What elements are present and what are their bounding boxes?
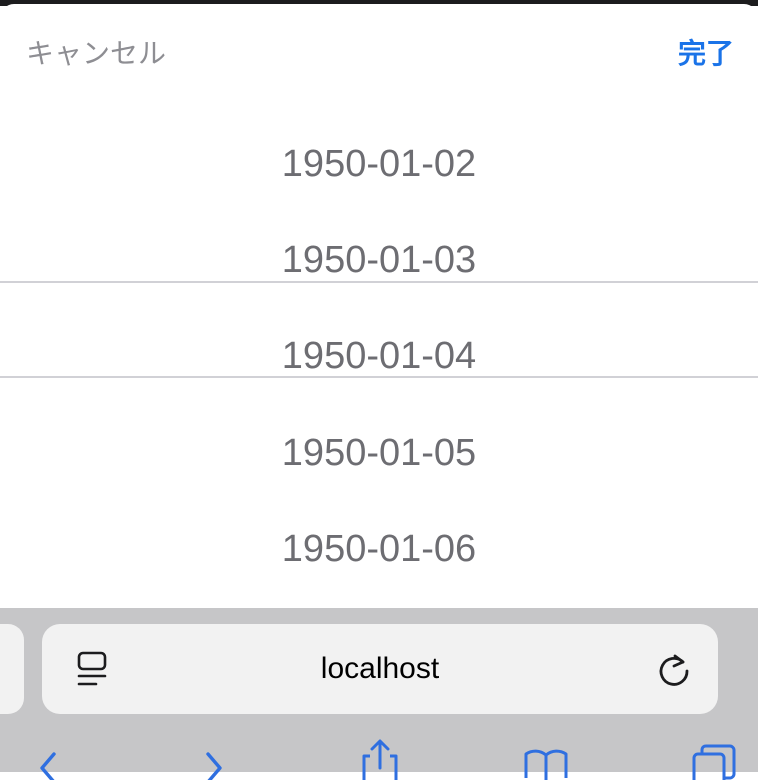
picker-option[interactable]: 1950-01-05 bbox=[0, 405, 758, 501]
share-icon[interactable] bbox=[356, 738, 404, 780]
chevron-left-icon[interactable] bbox=[28, 738, 76, 780]
picker-option-selected[interactable]: 1950-01-04 bbox=[0, 308, 758, 404]
selection-bottom-line bbox=[0, 376, 758, 378]
done-button[interactable]: 完了 bbox=[678, 32, 734, 72]
date-picker-wheel[interactable]: 1950-01-02 1950-01-03 1950-01-04 1950-01… bbox=[0, 100, 758, 608]
cancel-button[interactable]: キャンセル bbox=[26, 32, 166, 72]
address-text[interactable]: localhost bbox=[42, 624, 718, 714]
picker-option[interactable]: 1950-01-02 bbox=[0, 116, 758, 212]
selection-top-line bbox=[0, 281, 758, 283]
tabs-icon[interactable] bbox=[690, 738, 738, 780]
book-icon[interactable] bbox=[522, 738, 570, 780]
date-picker-sheet: キャンセル 完了 1950-01-02 1950-01-03 1950-01-0… bbox=[0, 4, 758, 608]
chevron-right-icon[interactable] bbox=[190, 738, 238, 780]
picker-option[interactable]: 1950-01-03 bbox=[0, 212, 758, 308]
reader-icon[interactable] bbox=[76, 651, 110, 689]
browser-toolbar: localhost bbox=[0, 608, 758, 780]
reload-icon[interactable] bbox=[654, 649, 694, 689]
address-bar[interactable]: localhost bbox=[42, 624, 718, 714]
previous-tab-preview[interactable] bbox=[0, 624, 24, 714]
picker-option[interactable]: 1950-01-06 bbox=[0, 501, 758, 597]
